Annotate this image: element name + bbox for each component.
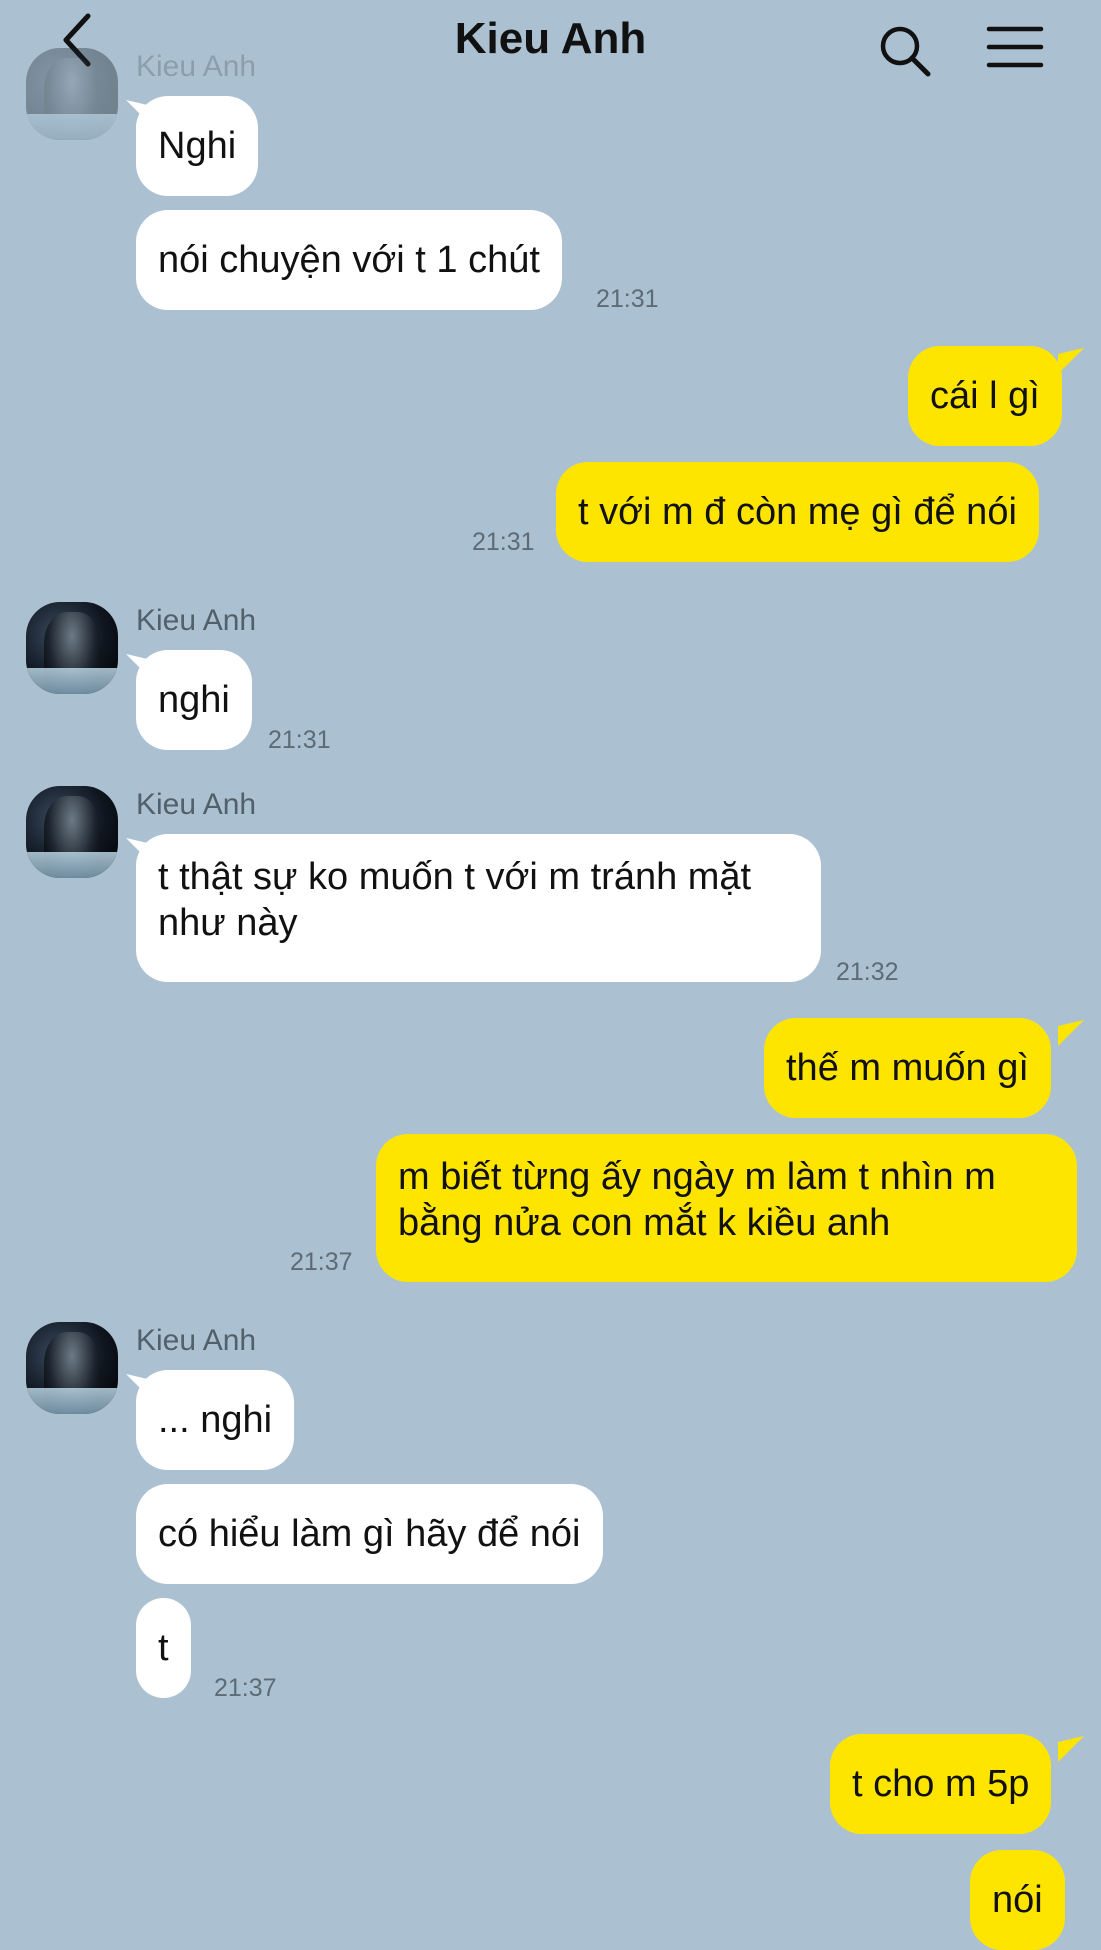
message-time: 21:32 [836, 958, 899, 986]
sender-name: Kieu Anh [136, 604, 257, 637]
avatar[interactable] [26, 786, 118, 878]
bubble-tail [1058, 1736, 1084, 1762]
message-bubble[interactable]: ... nghi [136, 1370, 295, 1470]
message-time: 21:31 [596, 285, 659, 313]
message-bubble[interactable]: cái l gì [908, 346, 1062, 446]
message-bubble[interactable]: nói [970, 1850, 1065, 1950]
message-bubble[interactable]: t [136, 1598, 191, 1698]
search-button[interactable] [878, 24, 932, 78]
message-time: 21:37 [214, 1674, 277, 1702]
search-icon [880, 26, 931, 77]
message-bubble[interactable]: có hiểu làm gì hãy để nói [136, 1484, 603, 1584]
sender-name: Kieu Anh [136, 50, 257, 83]
sender-name: Kieu Anh [136, 788, 257, 821]
sender-name: Kieu Anh [136, 1324, 257, 1357]
menu-button[interactable] [986, 24, 1044, 70]
avatar[interactable] [26, 1322, 118, 1414]
message-bubble[interactable]: m biết từng ấy ngày m làm t nhìn m bằng … [376, 1134, 1077, 1282]
message-bubble[interactable]: nói chuyện với t 1 chút [136, 210, 562, 310]
message-time: 21:31 [268, 726, 331, 754]
message-time: 21:31 [472, 528, 535, 556]
avatar[interactable] [26, 602, 118, 694]
message-bubble[interactable]: nghi [136, 650, 252, 750]
message-bubble[interactable]: t thật sự ko muốn t với m tránh mặt như … [136, 834, 821, 982]
message-bubble[interactable]: Nghi [136, 96, 259, 196]
hamburger-menu-icon [986, 26, 1044, 68]
message-bubble[interactable]: t cho m 5p [830, 1734, 1052, 1834]
message-bubble[interactable]: t với m đ còn mẹ gì để nói [556, 462, 1039, 562]
bubble-tail [1058, 348, 1084, 374]
avatar[interactable] [26, 48, 118, 140]
message-bubble[interactable]: thế m muốn gì [764, 1018, 1051, 1118]
bubble-tail [1058, 1020, 1084, 1046]
message-time: 21:37 [290, 1248, 353, 1276]
